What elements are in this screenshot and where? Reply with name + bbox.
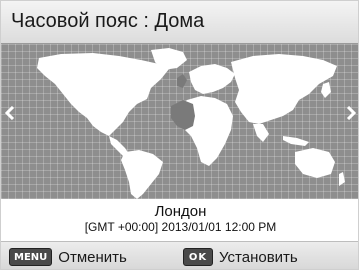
- north-america-shape: [37, 53, 169, 136]
- bottom-action-bar: MENU Отменить OK Установить: [1, 241, 358, 269]
- uk-shape: [177, 74, 187, 88]
- menu-key-icon: MENU: [9, 248, 53, 266]
- india-shape: [253, 124, 269, 142]
- asia-shape: [231, 54, 337, 124]
- city-name: Лондон: [154, 203, 207, 220]
- zone-datetime: [GMT +00:00] 2013/01/01 12:00 PM: [84, 220, 277, 234]
- europe-shape: [189, 64, 235, 94]
- chevron-right-icon: [346, 106, 356, 120]
- previous-zone-button[interactable]: [3, 98, 17, 128]
- south-america-shape: [121, 150, 163, 199]
- cancel-button[interactable]: MENU Отменить: [9, 247, 127, 267]
- selected-zone-highlight: [171, 100, 195, 130]
- set-label: Установить: [219, 248, 298, 266]
- chevron-left-icon: [5, 106, 15, 120]
- new-zealand-shape: [339, 172, 345, 186]
- timezone-screen: Часовой пояс : Дома Лондон [GMT +00:00] …: [0, 0, 359, 270]
- title-bar: Часовой пояс : Дома: [1, 1, 358, 44]
- world-map[interactable]: [1, 44, 358, 199]
- set-button[interactable]: OK Установить: [183, 247, 298, 267]
- world-map-graphic: [37, 48, 345, 199]
- australia-shape: [295, 148, 335, 178]
- next-zone-button[interactable]: [344, 98, 358, 128]
- page-title: Часовой пояс : Дома: [11, 10, 205, 32]
- cancel-label: Отменить: [58, 248, 127, 266]
- zone-info-panel: Лондон [GMT +00:00] 2013/01/01 12:00 PM: [1, 199, 358, 241]
- indonesia-shape: [283, 136, 309, 146]
- ok-key-icon: OK: [183, 248, 213, 266]
- japan-shape: [321, 82, 331, 98]
